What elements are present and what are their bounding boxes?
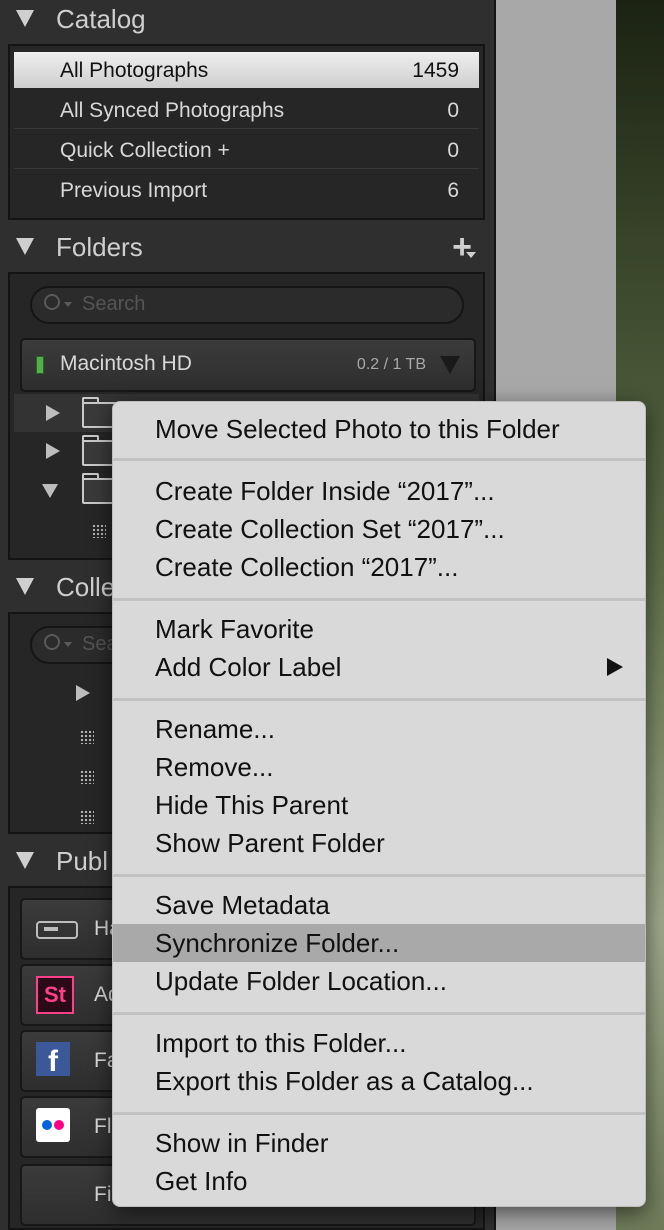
- menu-item-show-in-finder[interactable]: Show in Finder: [113, 1124, 645, 1162]
- publish-title: Publ: [56, 846, 109, 876]
- expand-arrow-icon[interactable]: [76, 685, 90, 701]
- collection-dots-icon: [80, 770, 94, 784]
- volume-dropdown-icon[interactable]: [440, 356, 460, 374]
- menu-item-update-folder-location[interactable]: Update Folder Location...: [113, 962, 645, 1000]
- expand-arrow-icon[interactable]: [46, 405, 60, 421]
- flickr-icon: [36, 1108, 70, 1142]
- menu-separator: [113, 1112, 645, 1115]
- catalog-item-all-synced[interactable]: All Synced Photographs 0: [14, 92, 479, 129]
- collection-dots-icon: [80, 810, 94, 824]
- catalog-header[interactable]: Catalog: [0, 0, 494, 40]
- search-options-caret-icon[interactable]: [64, 302, 72, 307]
- menu-item-remove[interactable]: Remove...: [113, 748, 645, 786]
- add-folder-icon[interactable]: +: [452, 228, 472, 267]
- adobe-stock-icon: St: [36, 976, 74, 1014]
- menu-item-move-selected-photo[interactable]: Move Selected Photo to this Folder: [113, 410, 645, 448]
- menu-item-import-to-folder[interactable]: Import to this Folder...: [113, 1024, 645, 1062]
- collapse-triangle-icon[interactable]: [16, 10, 34, 27]
- menu-item-save-metadata[interactable]: Save Metadata: [113, 886, 645, 924]
- menu-item-show-parent-folder[interactable]: Show Parent Folder: [113, 824, 645, 862]
- menu-item-export-folder-as-catalog[interactable]: Export this Folder as a Catalog...: [113, 1062, 645, 1100]
- collections-title: Colle: [56, 572, 116, 602]
- hard-drive-icon: [36, 921, 78, 939]
- menu-separator: [113, 458, 645, 461]
- search-options-caret-icon[interactable]: [64, 642, 72, 647]
- menu-separator: [113, 598, 645, 601]
- menu-separator: [113, 698, 645, 701]
- catalog-item-all-photographs[interactable]: All Photographs 1459: [14, 52, 479, 88]
- search-icon: [44, 294, 60, 310]
- folders-search-input[interactable]: Search: [30, 286, 464, 324]
- folders-title: Folders: [56, 232, 143, 262]
- menu-item-hide-this-parent[interactable]: Hide This Parent: [113, 786, 645, 824]
- collapse-arrow-icon[interactable]: [42, 484, 58, 498]
- menu-item-synchronize-folder[interactable]: Synchronize Folder...: [113, 924, 645, 962]
- folder-context-menu: Move Selected Photo to this Folder Creat…: [112, 401, 646, 1207]
- add-folder-caret-icon[interactable]: [466, 252, 476, 258]
- collapse-triangle-icon[interactable]: [16, 852, 34, 869]
- expand-arrow-icon[interactable]: [46, 443, 60, 459]
- catalog-item-quick-collection[interactable]: Quick Collection + 0: [14, 132, 479, 169]
- catalog-title: Catalog: [56, 4, 146, 34]
- leaf-dots-icon: [92, 524, 106, 538]
- folders-header[interactable]: Folders +: [0, 228, 494, 268]
- collection-dots-icon: [80, 730, 94, 744]
- volume-macintosh-hd[interactable]: Macintosh HD 0.2 / 1 TB: [20, 338, 476, 392]
- catalog-item-previous-import[interactable]: Previous Import 6: [14, 172, 479, 208]
- volume-status-icon: [36, 356, 44, 374]
- facebook-icon: f: [36, 1042, 70, 1076]
- collapse-triangle-icon[interactable]: [16, 238, 34, 255]
- search-icon: [44, 634, 60, 650]
- catalog-list: All Photographs 1459 All Synced Photogra…: [8, 44, 485, 220]
- menu-item-create-collection[interactable]: Create Collection “2017”...: [113, 548, 645, 586]
- menu-item-create-collection-set[interactable]: Create Collection Set “2017”...: [113, 510, 645, 548]
- menu-item-get-info[interactable]: Get Info: [113, 1162, 645, 1200]
- menu-item-add-color-label[interactable]: Add Color Label: [113, 648, 645, 686]
- menu-item-rename[interactable]: Rename...: [113, 710, 645, 748]
- menu-separator: [113, 1012, 645, 1015]
- menu-item-create-folder-inside[interactable]: Create Folder Inside “2017”...: [113, 472, 645, 510]
- submenu-arrow-icon: [607, 658, 623, 676]
- menu-separator: [113, 874, 645, 877]
- collapse-triangle-icon[interactable]: [16, 578, 34, 595]
- menu-item-mark-favorite[interactable]: Mark Favorite: [113, 610, 645, 648]
